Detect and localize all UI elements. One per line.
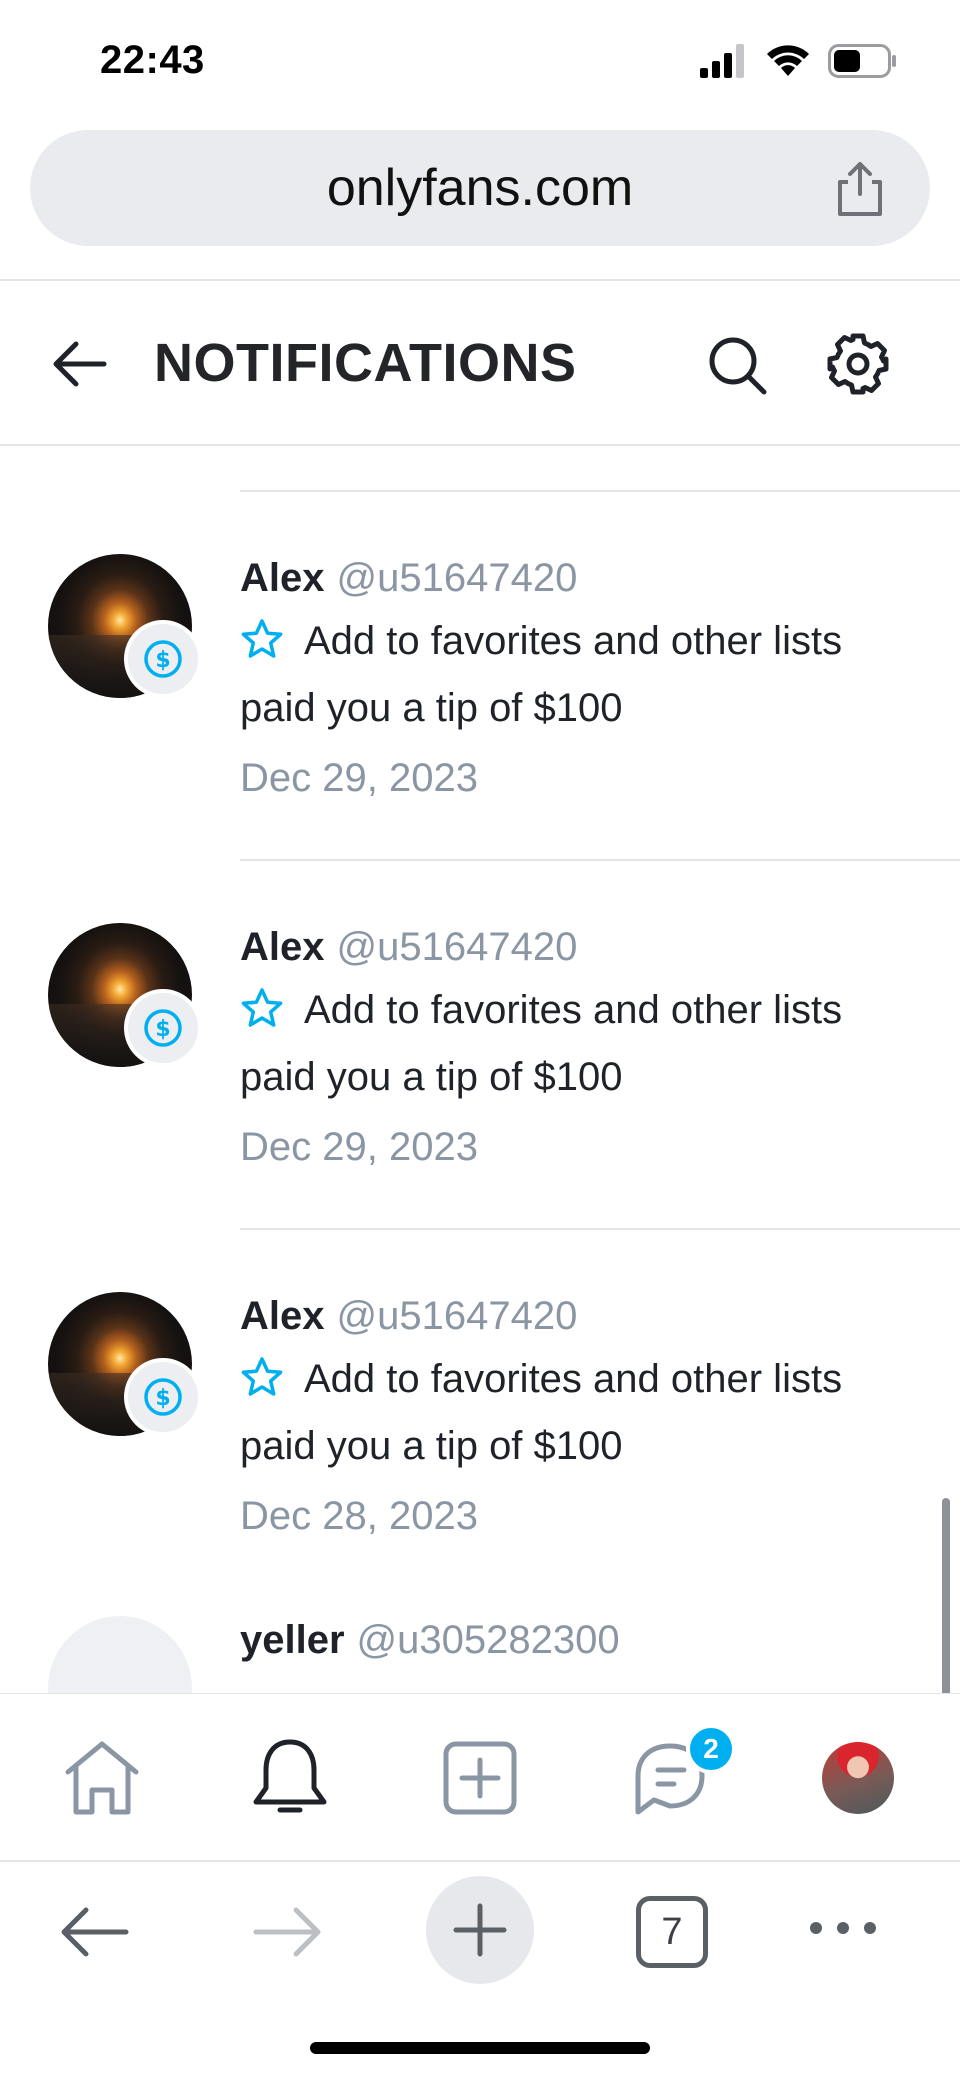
status-bar: 22:43 <box>0 0 960 120</box>
notification-item[interactable]: $ Alex @u51647420 Add to favorites and ot… <box>0 861 960 1230</box>
tip-badge: $ <box>124 1358 202 1436</box>
notification-item[interactable]: $ Alex @u51647420 Add to favorites and ot… <box>0 1230 960 1599</box>
more-icon[interactable] <box>806 1918 880 1938</box>
svg-text:$: $ <box>155 1386 170 1411</box>
back-arrow-icon[interactable] <box>50 334 110 394</box>
notification-sender: Alex @u51647420 <box>240 556 577 601</box>
sender-name[interactable]: yeller <box>240 1618 345 1662</box>
bell-icon[interactable] <box>248 1736 332 1820</box>
notification-sender: Alex @u51647420 <box>240 925 577 970</box>
profile-avatar[interactable] <box>822 1742 894 1814</box>
sender-handle[interactable]: @u51647420 <box>337 556 578 600</box>
gear-icon[interactable] <box>826 332 890 396</box>
add-post-icon[interactable] <box>438 1736 522 1820</box>
notification-message: paid you a tip of $100 <box>240 686 623 730</box>
tip-badge: $ <box>124 989 202 1067</box>
svg-text:$: $ <box>155 1017 170 1042</box>
messages-badge: 2 <box>686 1724 736 1774</box>
add-to-lists[interactable]: Add to favorites and other lists <box>240 987 842 1033</box>
notification-item-partial[interactable]: yeller @u305282300 <box>0 1554 960 1694</box>
tabs-button[interactable]: 7 <box>636 1896 708 1968</box>
browser-back-icon[interactable] <box>56 1902 132 1962</box>
status-icons <box>700 44 898 78</box>
notification-date: Dec 29, 2023 <box>240 756 478 800</box>
sender-name[interactable]: Alex <box>240 1294 325 1338</box>
svg-text:$: $ <box>155 648 170 673</box>
avatar[interactable] <box>48 1616 192 1694</box>
sender-handle[interactable]: @u51647420 <box>337 1294 578 1338</box>
star-icon[interactable] <box>240 618 284 660</box>
scrollbar[interactable] <box>942 1498 950 1694</box>
battery-icon <box>828 44 896 78</box>
dollar-icon: $ <box>144 1009 182 1047</box>
bottom-nav: 2 <box>0 1694 960 1860</box>
add-to-lists-label: Add to favorites and other lists <box>304 619 843 663</box>
sender-name[interactable]: Alex <box>240 925 325 969</box>
add-to-lists-label: Add to favorites and other lists <box>304 1357 843 1401</box>
new-tab-button[interactable] <box>426 1876 534 1984</box>
notification-message: paid you a tip of $100 <box>240 1424 623 1468</box>
star-icon[interactable] <box>240 987 284 1029</box>
home-icon[interactable] <box>60 1736 144 1820</box>
browser-forward-icon[interactable] <box>250 1902 326 1962</box>
dollar-icon: $ <box>144 1378 182 1416</box>
notification-sender: Alex @u51647420 <box>240 1294 577 1339</box>
signal-icon <box>700 44 744 78</box>
sender-name[interactable]: Alex <box>240 556 325 600</box>
notification-item[interactable]: $ Alex @u51647420 Add to favorites and ot… <box>0 492 960 861</box>
url-bar[interactable]: onlyfans.com <box>30 130 930 246</box>
status-time: 22:43 <box>100 38 205 82</box>
divider <box>0 279 960 281</box>
dollar-icon: $ <box>144 640 182 678</box>
notification-date: Dec 28, 2023 <box>240 1494 478 1538</box>
browser-toolbar: 7 <box>0 1862 960 2079</box>
wifi-icon <box>767 45 809 76</box>
add-to-lists[interactable]: Add to favorites and other lists <box>240 618 842 664</box>
search-icon[interactable] <box>706 334 768 396</box>
home-indicator <box>310 2042 650 2054</box>
add-to-lists[interactable]: Add to favorites and other lists <box>240 1356 842 1402</box>
star-icon[interactable] <box>240 1356 284 1398</box>
tip-badge: $ <box>124 620 202 698</box>
page-title: NOTIFICATIONS <box>154 333 577 393</box>
sender-handle[interactable]: @u51647420 <box>337 925 578 969</box>
notification-message: paid you a tip of $100 <box>240 1055 623 1099</box>
notifications-feed: $ Alex @u51647420 Add to favorites and ot… <box>0 446 960 1694</box>
notification-sender: yeller @u305282300 <box>240 1618 620 1663</box>
share-icon[interactable] <box>830 158 890 218</box>
new-tab-icon <box>453 1903 507 1957</box>
app-header: NOTIFICATIONS <box>0 282 960 444</box>
sender-handle[interactable]: @u305282300 <box>357 1618 620 1662</box>
add-to-lists-label: Add to favorites and other lists <box>304 988 843 1032</box>
url-text: onlyfans.com <box>326 159 634 217</box>
notification-date: Dec 29, 2023 <box>240 1125 478 1169</box>
